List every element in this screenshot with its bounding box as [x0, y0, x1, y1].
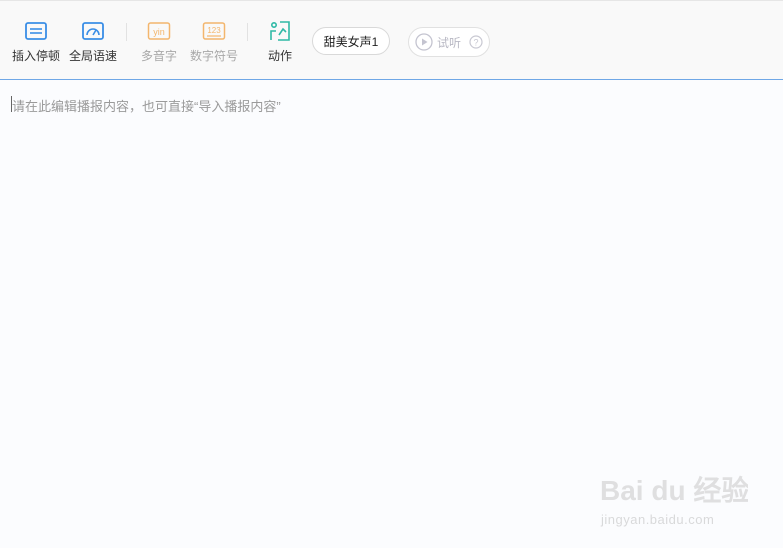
voice-select-button[interactable]: 甜美女声1 — [312, 27, 390, 55]
speedometer-icon — [82, 22, 104, 40]
listen-label: 试听 — [437, 35, 462, 50]
play-icon — [415, 33, 433, 51]
pause-block-icon — [25, 22, 47, 40]
action-button[interactable]: 动作 — [268, 20, 292, 70]
listen-button[interactable]: 试听 ? — [408, 27, 490, 57]
watermark-line1: Bai du 经验 — [600, 474, 748, 506]
global-speed-label: 全局语速 — [69, 49, 118, 63]
digits-icon: 123 — [202, 22, 226, 40]
digit-symbol-label: 数字符号 — [190, 49, 239, 63]
editor-placeholder: 请在此编辑播报内容，也可直接“导入播报内容” — [12, 99, 281, 114]
help-icon[interactable]: ? — [469, 35, 483, 49]
digits-icon-text: 123 — [207, 26, 221, 35]
insert-pause-button[interactable]: 插入停顿 — [12, 20, 60, 70]
action-icon — [270, 21, 290, 41]
watermark-url: jingyan.baidu.com — [601, 512, 715, 527]
toolbar-divider — [126, 23, 127, 41]
insert-pause-label: 插入停顿 — [12, 49, 61, 63]
polyphone-label: 多音字 — [141, 49, 178, 63]
help-glyph: ? — [474, 38, 479, 48]
polyphone-icon: yin — [147, 22, 171, 40]
baidu-jingyan-watermark: Bai du 经验 jingyan.baidu.com — [598, 462, 749, 534]
action-label: 动作 — [268, 49, 293, 63]
digit-symbol-button[interactable]: 123 数字符号 — [190, 20, 238, 70]
voice-select-label: 甜美女声1 — [323, 34, 379, 49]
polyphone-icon-text: yin — [153, 27, 165, 37]
toolbar-divider — [247, 23, 248, 41]
global-speed-button[interactable]: 全局语速 — [69, 20, 117, 70]
polyphone-button[interactable]: yin 多音字 — [141, 20, 177, 70]
editor-toolbar: 插入停顿 全局语速 yin 多音字 123 数字符号 动作 甜美女声1 试听 ? — [0, 0, 783, 80]
baidu-logo: Bai du 经验 — [600, 474, 749, 506]
